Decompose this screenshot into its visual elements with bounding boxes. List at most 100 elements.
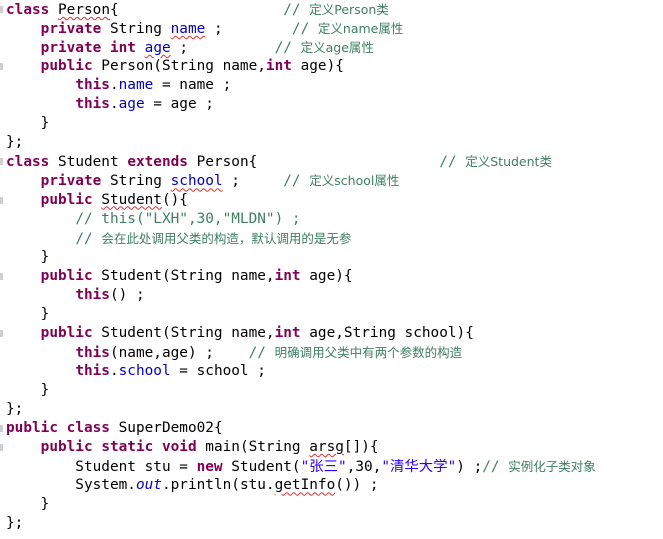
code-token: 实例化子类对象	[508, 459, 596, 475]
code-token: }	[6, 248, 50, 265]
code-line[interactable]: public Student(String name,int age){	[6, 267, 353, 286]
code-token: 定义age属性	[300, 40, 374, 56]
code-token: () ;	[109, 286, 145, 303]
code-token: }	[6, 115, 50, 132]
code-line[interactable]: };	[6, 400, 23, 419]
code-line[interactable]: public Student(){	[6, 191, 188, 210]
code-token: []){	[343, 439, 379, 456]
code-token: ;	[205, 21, 292, 38]
code-token: public	[6, 420, 58, 437]
code-token: };	[6, 134, 24, 151]
code-line[interactable]: this.name = name ;	[6, 76, 231, 95]
code-token: {	[109, 2, 284, 18]
fold-marker[interactable]	[0, 272, 3, 280]
code-line[interactable]: this.age = age ;	[6, 95, 214, 114]
code-line[interactable]: public static void main(String arsg[]){	[6, 438, 379, 457]
fold-marker[interactable]	[0, 425, 3, 433]
code-token: age){	[300, 267, 353, 284]
fold-marker[interactable]	[0, 329, 3, 337]
code-token: = school ;	[170, 362, 266, 379]
code-token: Person(String name,	[92, 58, 266, 75]
code-token: (){	[161, 191, 188, 208]
code-token: .	[109, 77, 119, 94]
code-token: Person{	[187, 154, 440, 171]
fold-marker[interactable]	[0, 444, 3, 452]
code-token: extends	[127, 154, 188, 171]
code-line[interactable]: this(name,age) ; // 明确调用父类中有两个参数的构造	[6, 343, 462, 362]
code-line[interactable]: this() ;	[6, 286, 145, 305]
code-line[interactable]: System.out.println(stu.getInfo()) ;	[6, 476, 378, 495]
code-token: name	[170, 21, 206, 38]
code-line[interactable]: class Student extends Person{ // 定义Stude…	[6, 152, 552, 171]
code-token: .	[109, 96, 119, 113]
code-line[interactable]: };	[6, 514, 23, 533]
code-token: //	[482, 459, 509, 476]
code-token: //	[248, 344, 275, 361]
code-line[interactable]: public Student(String name,int age,Strin…	[6, 324, 474, 343]
code-line[interactable]: private int age ; // 定义age属性	[6, 38, 374, 57]
code-token: //	[274, 40, 301, 57]
fold-marker[interactable]	[0, 6, 3, 13]
code-token: }	[6, 305, 50, 322]
code-token: // this("LXH",30,"MLDN") ;	[75, 210, 301, 227]
code-token: 定义name属性	[317, 21, 404, 37]
code-line[interactable]: // 会在此处调用父类的构造，默认调用的是无参	[6, 229, 351, 248]
code-token: private	[40, 40, 102, 57]
code-token: SuperDemo02{	[109, 420, 223, 437]
code-token: Student stu =	[6, 459, 197, 476]
code-line[interactable]: private String school ; // 定义school属性	[6, 171, 400, 190]
code-token: main(String	[196, 439, 310, 456]
code-line[interactable]: };	[6, 133, 23, 152]
code-line[interactable]: }	[6, 381, 50, 400]
code-line[interactable]: }	[6, 248, 50, 267]
fold-marker[interactable]	[0, 196, 3, 204]
code-token: Student	[101, 191, 162, 208]
code-token: 明确调用父类中有两个参数的构造	[274, 344, 463, 360]
code-token: };	[6, 401, 24, 418]
code-editor[interactable]: class Person{ // 定义Person类 private Strin…	[0, 0, 663, 539]
code-line[interactable]: // this("LXH",30,"MLDN") ;	[6, 210, 301, 229]
code-line[interactable]: class Person{ // 定义Person类	[6, 0, 389, 19]
code-token: int	[274, 324, 301, 341]
code-token: Student	[49, 154, 128, 171]
fold-marker[interactable]	[0, 63, 3, 71]
code-token: getInfo	[274, 477, 336, 494]
code-token: 定义Student类	[465, 154, 552, 170]
code-token: };	[6, 515, 24, 532]
code-line[interactable]: private String name ; // 定义name属性	[6, 19, 404, 38]
code-line[interactable]: }	[6, 305, 50, 324]
code-line[interactable]: public Person(String name,int age){	[6, 57, 344, 76]
code-token: "清华大学"	[381, 459, 457, 476]
code-token: this	[75, 362, 110, 379]
code-token: (name,age) ;	[109, 344, 249, 361]
code-token: = name ;	[153, 77, 232, 94]
code-token: ) ;	[456, 459, 483, 476]
code-line[interactable]: }	[6, 114, 50, 133]
code-line[interactable]: this.school = school ;	[6, 362, 266, 381]
code-line[interactable]: }	[6, 495, 50, 514]
code-token: public	[40, 58, 93, 75]
code-token: //	[283, 173, 310, 190]
code-token: this	[75, 96, 110, 113]
code-token: }	[6, 382, 50, 398]
code-line[interactable]: public class SuperDemo02{	[6, 419, 223, 438]
code-token: this	[75, 286, 110, 303]
fold-marker[interactable]	[0, 158, 3, 166]
code-token: Student(	[222, 459, 301, 476]
code-line[interactable]: Student stu = new Student("张三",30,"清华大学"…	[6, 457, 596, 476]
code-token: class	[66, 420, 110, 437]
code-token: private	[40, 21, 102, 38]
